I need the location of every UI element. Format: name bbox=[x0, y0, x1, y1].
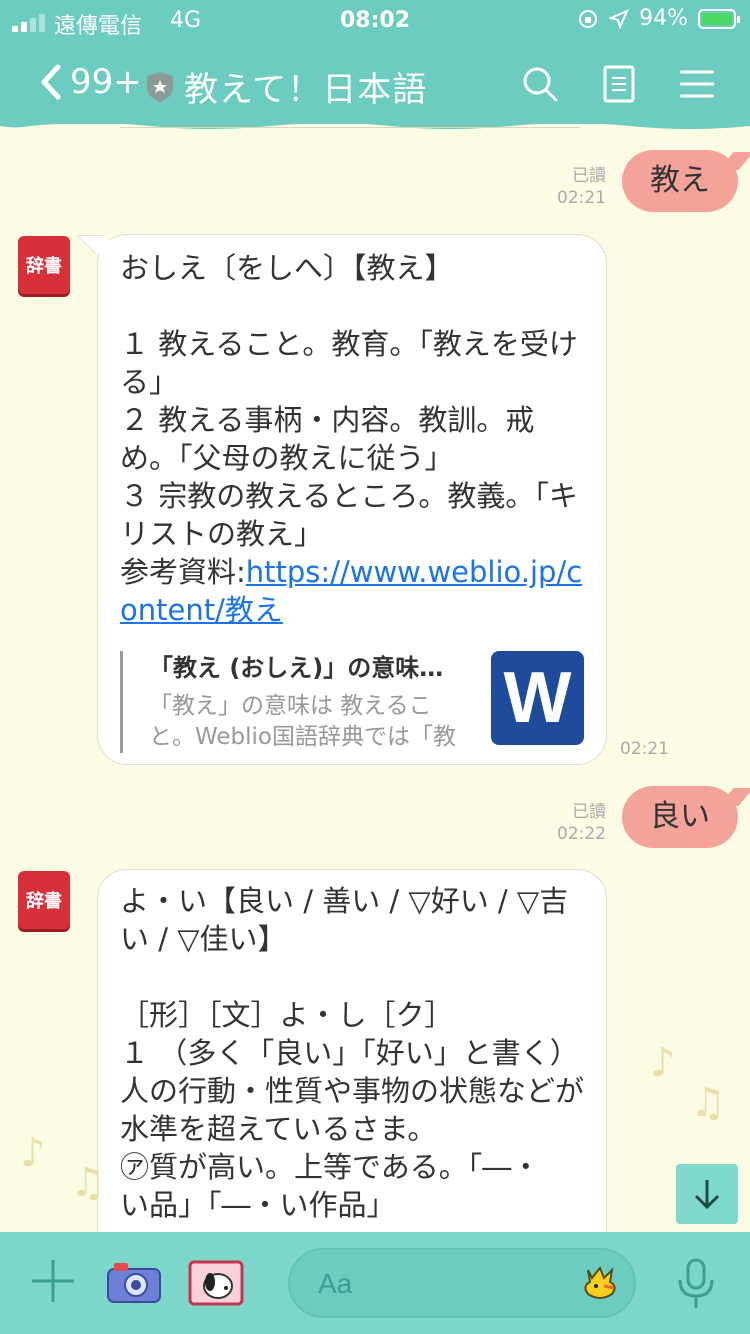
outgoing-message[interactable]: 教え bbox=[622, 150, 738, 212]
dict-sense-1a: ㋐質が高い。上等である。「―・ bbox=[120, 1150, 541, 1184]
message-meta: 已讀 02:21 bbox=[557, 165, 606, 209]
official-account-shield-icon bbox=[147, 71, 173, 102]
divider bbox=[120, 127, 580, 128]
back-button[interactable]: 99+ bbox=[38, 62, 142, 102]
reference-label: 参考資料: bbox=[120, 555, 246, 589]
menu-icon[interactable] bbox=[678, 64, 716, 104]
chevron-left-icon bbox=[41, 64, 61, 100]
chat-title: 教えて！日本語 bbox=[184, 70, 428, 110]
avatar-label: 辞書 bbox=[26, 891, 62, 912]
dict-sense-1: １ 教えること。教育。「教えを受ける」 bbox=[120, 327, 578, 399]
avatar[interactable]: 辞書 bbox=[18, 871, 70, 929]
message-input-bar: Aa bbox=[0, 1232, 750, 1334]
message-time: 02:22 bbox=[557, 824, 606, 844]
incoming-message[interactable]: おしえ〔をしへ〕【教え】 １ 教えること。教育。「教えを受ける」 ２ 教える事柄… bbox=[97, 234, 607, 765]
music-note-icon: ♫ bbox=[70, 1160, 106, 1206]
location-icon bbox=[609, 8, 630, 29]
preview-description: 「教え」の意味は 教えること。Weblio国語辞典では「教え」の意味や使い方 bbox=[148, 693, 456, 750]
message-input[interactable]: Aa bbox=[288, 1248, 636, 1318]
chat-header: 99+ 教えて！日本語 bbox=[0, 44, 750, 124]
plus-icon[interactable] bbox=[30, 1258, 76, 1304]
unread-count: 99+ bbox=[70, 62, 142, 102]
dict-grammar: ［形］［文］よ・し［ク］ bbox=[120, 998, 454, 1032]
rotation-lock-icon bbox=[579, 9, 598, 28]
read-status: 已讀 bbox=[572, 802, 606, 822]
microphone-icon[interactable] bbox=[676, 1258, 716, 1310]
dict-headword: よ・い【良い / 善い / ▽好い / ▽吉い / ▽佳い】 bbox=[120, 884, 569, 956]
dict-sense-3: ３ 宗教の教えるところ。教義。「キリストの教え」 bbox=[120, 479, 578, 551]
dict-sense-1: １ （多く「良い」「好い」と書く）人の行動・性質や事物の状態などが水準を超えてい… bbox=[120, 1036, 585, 1146]
link-preview-card[interactable]: 「教え (おしえ)」の意味や使い方 Weblio辞書 「教え」の意味は 教えるこ… bbox=[120, 651, 584, 753]
scroll-to-bottom-button[interactable] bbox=[676, 1164, 738, 1224]
message-text: 教え bbox=[650, 163, 710, 198]
preview-title: 「教え (おしえ)」の意味や使い方 Weblio辞書 bbox=[148, 654, 467, 682]
arrow-down-icon bbox=[694, 1180, 720, 1210]
photo-icon[interactable] bbox=[188, 1260, 244, 1306]
avatar[interactable]: 辞書 bbox=[18, 236, 70, 294]
message-time: 02:21 bbox=[620, 739, 669, 759]
chat-title-area: 教えて！日本語 bbox=[146, 62, 427, 111]
message-time: 02:21 bbox=[557, 188, 606, 208]
battery-icon bbox=[698, 8, 740, 29]
dict-headword: おしえ〔をしへ〕【教え】 bbox=[120, 251, 454, 285]
dict-sense-1a-example: い品」「―・い作品」 bbox=[120, 1188, 396, 1222]
music-note-icon: ♪ bbox=[650, 1040, 676, 1086]
message-meta: 已讀 02:22 bbox=[557, 801, 606, 845]
status-bar: 遠傳電信 4G 08:02 94% bbox=[0, 0, 750, 44]
weblio-logo: W bbox=[490, 651, 584, 745]
notes-icon[interactable] bbox=[602, 64, 636, 104]
music-note-icon: ♪ bbox=[20, 1130, 46, 1176]
avatar-label: 辞書 bbox=[26, 256, 62, 277]
input-placeholder: Aa bbox=[318, 1268, 353, 1299]
outgoing-message[interactable]: 良い bbox=[622, 786, 738, 848]
reference-line: 参考資料:https://www.weblio.jp/content/教え bbox=[120, 553, 584, 629]
sticker-icon[interactable] bbox=[578, 1264, 622, 1304]
read-status: 已讀 bbox=[572, 166, 606, 186]
camera-icon[interactable] bbox=[106, 1260, 162, 1304]
music-note-icon: ♫ bbox=[690, 1080, 726, 1126]
search-icon[interactable] bbox=[520, 64, 560, 104]
message-text: 良い bbox=[650, 799, 710, 834]
dict-sense-2: ２ 教える事柄・内容。教訓。戒め。「父母の教えに従う」 bbox=[120, 403, 535, 475]
battery-percent: 94% bbox=[639, 6, 688, 31]
incoming-message[interactable]: よ・い【良い / 善い / ▽好い / ▽吉い / ▽佳い】 ［形］［文］よ・し… bbox=[97, 869, 607, 1269]
